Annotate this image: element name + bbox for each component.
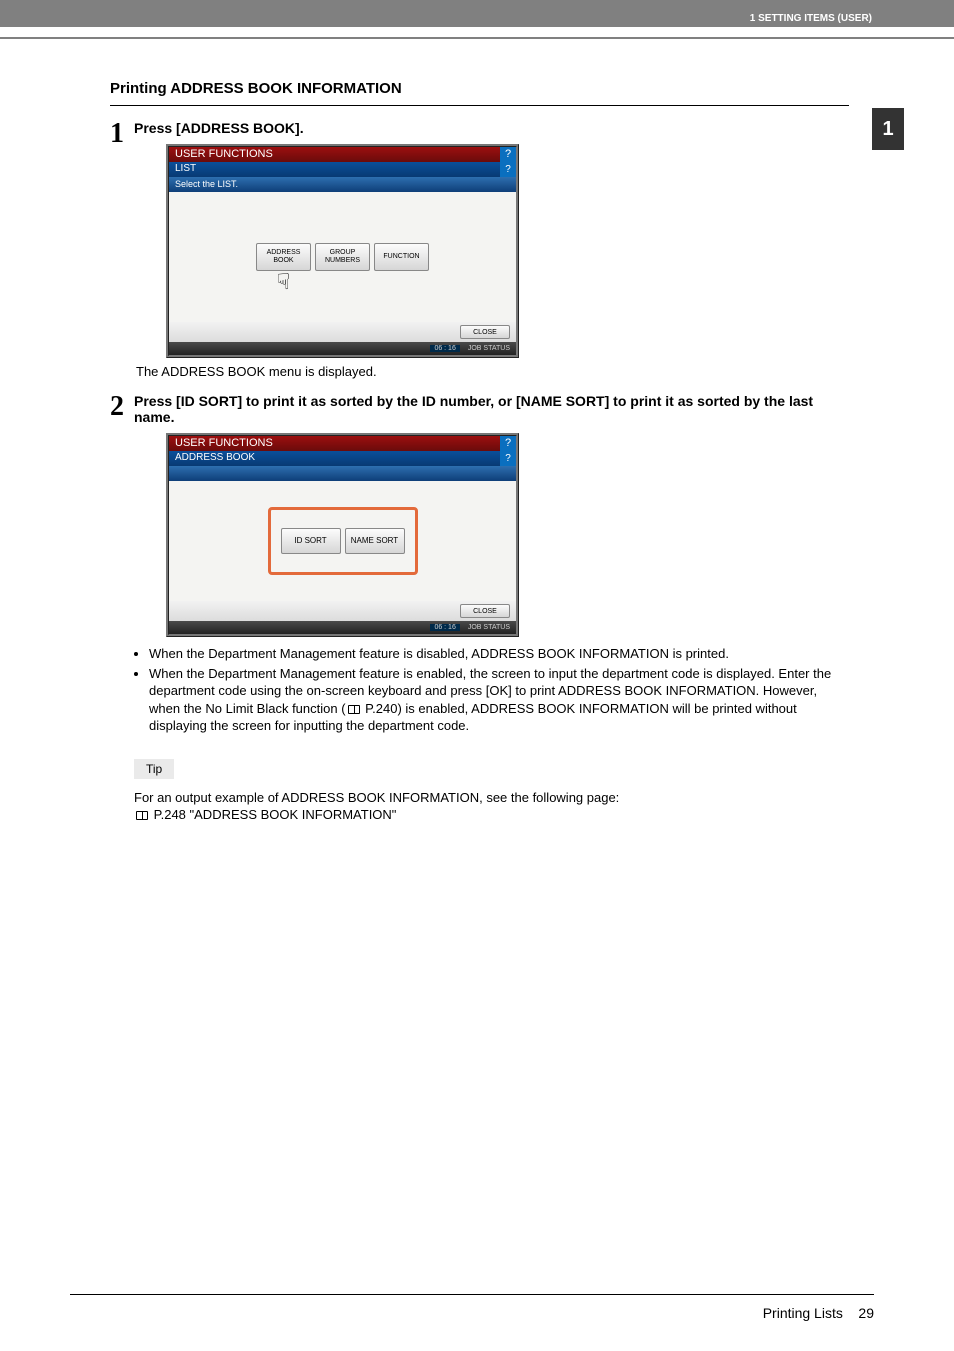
bullet-2-ref: P.240 [362, 701, 398, 716]
job-status[interactable]: JOB STATUS [468, 624, 510, 631]
tip-text: For an output example of ADDRESS BOOK IN… [134, 789, 849, 824]
highlight-frame: ID SORT NAME SORT [268, 507, 418, 575]
step-2: 2 Press [ID SORT] to print it as sorted … [110, 393, 849, 824]
function-label: FUNCTION [383, 253, 419, 261]
close-button[interactable]: CLOSE [460, 604, 510, 618]
ss2-status: 06 : 16 JOB STATUS [169, 621, 516, 634]
help-icon[interactable]: ? [500, 147, 516, 162]
ss2-time: 06 : 16 [430, 624, 459, 631]
chapter-tab: 1 [872, 108, 904, 150]
section-title: Printing ADDRESS BOOK INFORMATION [110, 80, 849, 97]
step-2-bullets: When the Department Management feature i… [149, 645, 849, 735]
job-status[interactable]: JOB STATUS [468, 345, 510, 352]
bullet-2: When the Department Management feature i… [149, 665, 849, 735]
ss2-sub: ADDRESS BOOK [175, 452, 255, 463]
address-book-label: ADDRESS BOOK [267, 249, 301, 264]
ss2-title-bar: USER FUNCTIONS ? [169, 436, 516, 451]
book-icon [348, 705, 360, 714]
ss1-sub-bar: LIST ? [169, 162, 516, 177]
tip-line-1: For an output example of ADDRESS BOOK IN… [134, 790, 619, 805]
step-2-number: 2 [110, 393, 124, 824]
help-icon[interactable]: ? [500, 162, 516, 177]
header-line [0, 37, 954, 39]
ss1-time: 06 : 16 [430, 345, 459, 352]
step-1-heading: Press [ADDRESS BOOK]. [134, 120, 849, 136]
help-icon[interactable]: ? [500, 436, 516, 451]
step-2-screenshot: USER FUNCTIONS ? ADDRESS BOOK ? ID SORT … [166, 433, 519, 637]
pointer-icon: ☟ [277, 270, 290, 294]
ss2-title: USER FUNCTIONS [175, 437, 273, 449]
tip-label: Tip [134, 759, 174, 779]
ss2-sub-bar: ADDRESS BOOK ? [169, 451, 516, 466]
ss1-title-bar: USER FUNCTIONS ? [169, 147, 516, 162]
function-button[interactable]: FUNCTION [374, 243, 429, 271]
help-icon[interactable]: ? [500, 451, 516, 466]
ss1-body: ADDRESS BOOK ☟ GROUP NUMBERS FUNCTION [169, 192, 516, 322]
book-icon [136, 811, 148, 820]
step-1: 1 Press [ADDRESS BOOK]. USER FUNCTIONS ?… [110, 120, 849, 379]
ss1-hint: Select the LIST. [169, 177, 516, 192]
group-numbers-button[interactable]: GROUP NUMBERS [315, 243, 370, 271]
ss1-title: USER FUNCTIONS [175, 148, 273, 160]
close-button[interactable]: CLOSE [460, 325, 510, 339]
id-sort-button[interactable]: ID SORT [281, 528, 341, 554]
footer-section: Printing Lists [763, 1305, 843, 1321]
section-rule [110, 105, 849, 106]
ss1-status: 06 : 16 JOB STATUS [169, 342, 516, 355]
footer-text: Printing Lists 29 [70, 1305, 874, 1321]
footer: Printing Lists 29 [70, 1294, 874, 1321]
tip-ref: P.248 "ADDRESS BOOK INFORMATION" [150, 807, 396, 822]
address-book-button[interactable]: ADDRESS BOOK ☟ [256, 243, 311, 271]
name-sort-button[interactable]: NAME SORT [345, 528, 405, 554]
content: Printing ADDRESS BOOK INFORMATION 1 Pres… [70, 80, 849, 824]
running-header: 1 SETTING ITEMS (USER) [750, 13, 872, 24]
step-1-screenshot: USER FUNCTIONS ? LIST ? Select the LIST.… [166, 144, 519, 358]
ss1-foot: CLOSE [169, 322, 516, 342]
ss2-foot: CLOSE [169, 601, 516, 621]
footer-page: 29 [858, 1305, 874, 1321]
step-1-number: 1 [110, 120, 124, 379]
group-numbers-label: GROUP NUMBERS [325, 249, 360, 264]
footer-rule [70, 1294, 874, 1295]
bullet-1: When the Department Management feature i… [149, 645, 849, 663]
ss1-sub: LIST [175, 163, 196, 174]
ss2-blank-bar [169, 466, 516, 481]
ss2-body: ID SORT NAME SORT [169, 481, 516, 601]
step-2-heading: Press [ID SORT] to print it as sorted by… [134, 393, 849, 425]
step-1-caption: The ADDRESS BOOK menu is displayed. [136, 364, 849, 379]
